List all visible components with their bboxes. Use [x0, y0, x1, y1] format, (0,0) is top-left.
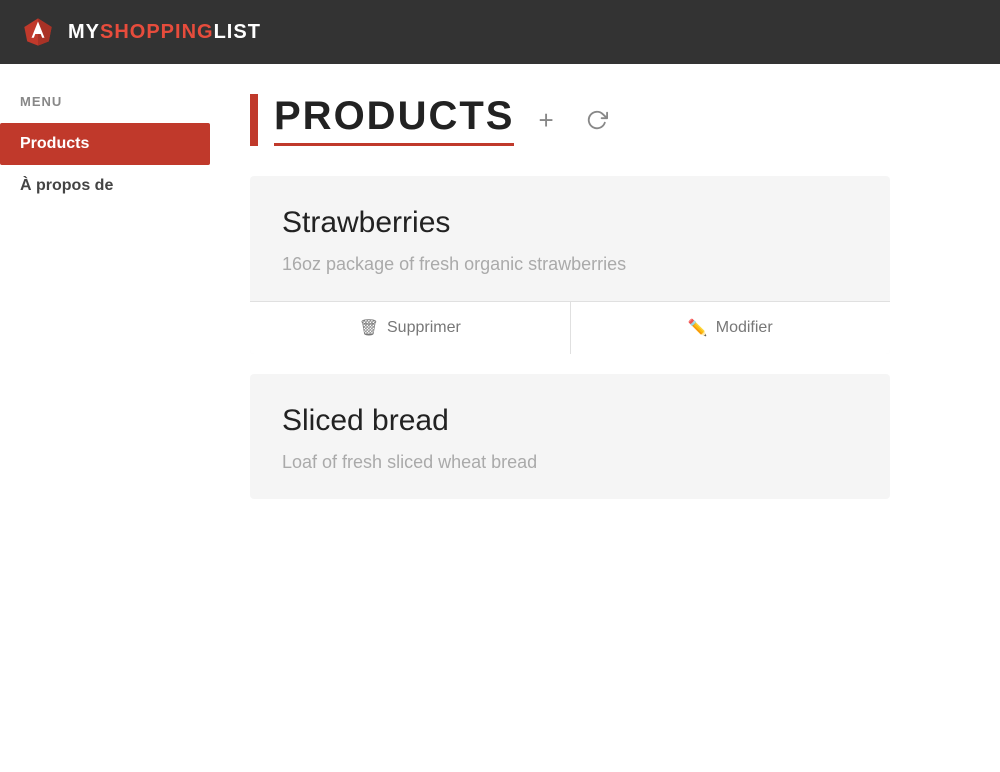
refresh-icon — [586, 109, 608, 131]
product-card: Sliced bread Loaf of fresh sliced wheat … — [250, 374, 890, 499]
edit-product-button[interactable]: ✏️ Modifier — [570, 302, 891, 354]
sidebar: MENU Products À propos de — [0, 64, 210, 772]
product-description: 16oz package of fresh organic strawberri… — [282, 252, 858, 277]
page-header: PRODUCTS + — [250, 94, 960, 146]
product-name: Sliced bread — [282, 404, 858, 438]
topbar: MYSHOPPINGLIST — [0, 0, 1000, 64]
main-layout: MENU Products À propos de PRODUCTS + — [0, 64, 1000, 772]
angular-icon — [20, 14, 56, 50]
delete-product-button[interactable]: 🗑 Supprimer — [250, 302, 570, 354]
product-card: Strawberries 16oz package of fresh organ… — [250, 176, 890, 354]
trash-icon: 🗑 — [359, 318, 379, 338]
product-card-body: Strawberries 16oz package of fresh organ… — [250, 176, 890, 301]
add-product-button[interactable]: + — [530, 101, 561, 140]
product-name: Strawberries — [282, 206, 858, 240]
product-card-actions: 🗑 Supprimer ✏️ Modifier — [250, 301, 890, 354]
edit-label: Modifier — [716, 319, 773, 337]
sidebar-item-about[interactable]: À propos de — [0, 165, 210, 207]
app-logo: MYSHOPPINGLIST — [20, 14, 261, 50]
plus-icon: + — [538, 105, 553, 136]
edit-icon: ✏️ — [688, 318, 708, 338]
menu-label: MENU — [0, 94, 210, 109]
main-content: PRODUCTS + Strawberries 16oz package of … — [210, 64, 1000, 772]
app-title: MYSHOPPINGLIST — [68, 21, 261, 44]
product-card-body: Sliced bread Loaf of fresh sliced wheat … — [250, 374, 890, 499]
product-description: Loaf of fresh sliced wheat bread — [282, 450, 858, 475]
sidebar-item-products[interactable]: Products — [0, 123, 210, 165]
page-title: PRODUCTS — [274, 94, 514, 146]
delete-label: Supprimer — [387, 319, 461, 337]
refresh-button[interactable] — [578, 105, 616, 135]
header-accent — [250, 94, 258, 146]
